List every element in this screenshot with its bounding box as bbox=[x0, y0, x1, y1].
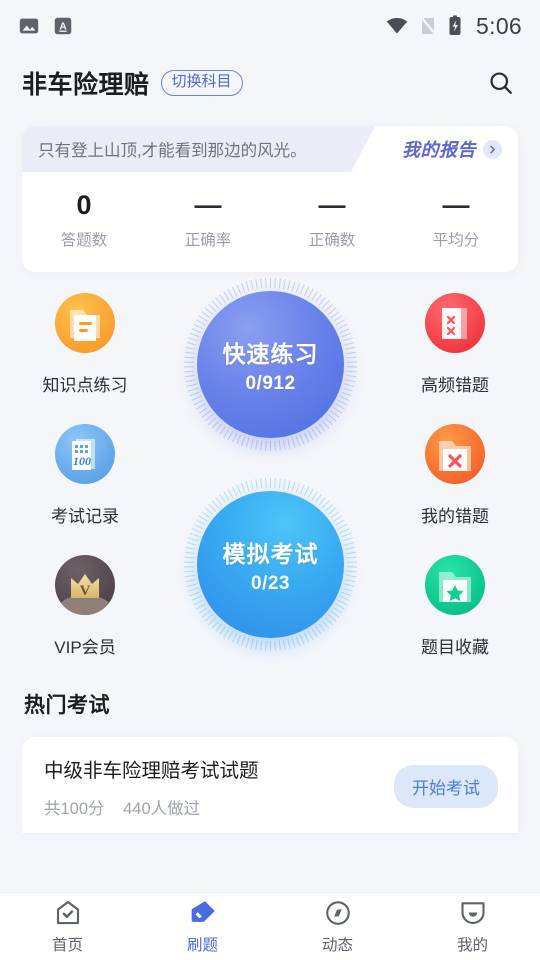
compass-icon bbox=[325, 901, 350, 925]
chevron-right-icon bbox=[483, 139, 502, 159]
switch-subject-button[interactable]: 切换科目 bbox=[160, 70, 243, 96]
tag-pen-icon bbox=[191, 901, 215, 922]
sim-off-icon bbox=[420, 16, 437, 36]
stat-correct-count: — 正确数 bbox=[270, 190, 394, 250]
exam-name: 中级非车险理赔考试试题 bbox=[44, 759, 259, 782]
quick-practice-button[interactable]: 快速练习 0/912 bbox=[197, 291, 344, 438]
status-bar-clock: 5:06 bbox=[476, 12, 522, 39]
feature-label: 知识点练习 bbox=[42, 376, 128, 395]
search-icon bbox=[490, 72, 512, 94]
notebook-x-icon bbox=[420, 288, 490, 358]
app-header: 非车险理赔 切换科目 bbox=[0, 52, 540, 114]
stat-label: 正确数 bbox=[308, 232, 356, 249]
stat-value: 0 bbox=[76, 190, 92, 220]
nav-label: 刷题 bbox=[186, 937, 218, 954]
search-button[interactable] bbox=[484, 66, 518, 100]
feature-label: 高频错题 bbox=[421, 376, 489, 395]
image-icon bbox=[19, 18, 39, 34]
page-title: 非车险理赔 bbox=[22, 71, 150, 99]
status-bar-right-icons: 5:06 bbox=[385, 13, 522, 40]
svg-text:V: V bbox=[80, 583, 91, 599]
battery-charging-icon bbox=[449, 15, 461, 35]
daily-quote: 只有登上山顶,才能看到那边的风光。 bbox=[38, 142, 307, 160]
exam-takers: 440人做过 bbox=[123, 799, 201, 818]
stats-row: 0 答题数 — 正确率 — 正确数 — 平均分 bbox=[22, 172, 518, 272]
stat-answered: 0 答题数 bbox=[22, 190, 146, 250]
feature-vip-member[interactable]: V VIP会员 bbox=[20, 550, 150, 658]
feature-high-frequency-wrong[interactable]: 高频错题 bbox=[390, 288, 520, 396]
start-exam-button[interactable]: 开始考试 bbox=[394, 764, 498, 808]
feature-grid: 知识点练习 高频错题 100 考试记录 我的错题 V VIP会员 题目收藏 快速… bbox=[0, 278, 540, 683]
stats-card: 只有登上山顶,才能看到那边的风光。 我的报告 0 答题数 — 正确率 — 正确数… bbox=[22, 126, 518, 272]
folder-x-icon bbox=[420, 419, 490, 489]
quick-practice-progress: 0/912 bbox=[245, 372, 296, 394]
stat-value: — bbox=[442, 190, 470, 220]
exam-meta: 共100分 440人做过 bbox=[44, 795, 394, 819]
nav-label: 动态 bbox=[321, 937, 353, 954]
folder-document-icon bbox=[50, 288, 120, 358]
my-report-link[interactable]: 我的报告 bbox=[402, 136, 502, 162]
nav-item-feed[interactable]: 动态 bbox=[270, 898, 405, 955]
feature-exam-records[interactable]: 100 考试记录 bbox=[20, 419, 150, 527]
nav-label: 首页 bbox=[51, 937, 83, 954]
home-check-icon bbox=[56, 900, 79, 925]
feature-label: 我的错题 bbox=[421, 507, 489, 526]
stat-label: 平均分 bbox=[432, 232, 480, 249]
stat-average-score: — 平均分 bbox=[394, 190, 518, 250]
quick-practice-title: 快速练习 bbox=[222, 340, 319, 367]
nav-label: 我的 bbox=[456, 937, 488, 954]
stat-label: 答题数 bbox=[60, 232, 108, 249]
my-report-label: 我的报告 bbox=[402, 140, 476, 160]
nav-item-practice[interactable]: 刷题 bbox=[135, 898, 270, 955]
exam-score: 共100分 bbox=[44, 799, 105, 818]
mock-exam-button[interactable]: 模拟考试 0/23 bbox=[197, 491, 344, 638]
nav-item-profile[interactable]: 我的 bbox=[405, 898, 540, 955]
feature-label: 考试记录 bbox=[51, 507, 119, 526]
stat-value: — bbox=[318, 190, 346, 220]
feature-label: VIP会员 bbox=[54, 638, 116, 657]
hot-exams-title: 热门考试 bbox=[24, 694, 110, 717]
app-root: A 5:06 非车险理赔 切换科目 只有登上山顶,才能看到那边的风光。 我的报告… bbox=[0, 0, 540, 960]
stat-accuracy: — 正确率 bbox=[146, 190, 270, 250]
profile-icon bbox=[460, 902, 485, 924]
exam-info: 中级非车险理赔考试试题 共100分 440人做过 bbox=[44, 754, 394, 819]
mock-exam-progress: 0/23 bbox=[251, 572, 290, 594]
font-a-icon: A bbox=[54, 17, 72, 35]
exam-list-item[interactable]: 中级非车险理赔考试试题 共100分 440人做过 开始考试 bbox=[22, 737, 518, 833]
stat-value: — bbox=[194, 190, 222, 220]
feature-label: 题目收藏 bbox=[421, 638, 489, 657]
bottom-navigation: 首页 刷题 动态 我的 bbox=[0, 892, 540, 960]
score-paper-icon: 100 bbox=[50, 419, 120, 489]
crown-icon: V bbox=[50, 550, 120, 620]
mock-exam-title: 模拟考试 bbox=[222, 540, 319, 567]
status-bar: A 5:06 bbox=[0, 0, 540, 52]
folder-star-icon bbox=[420, 550, 490, 620]
stat-label: 正确率 bbox=[184, 232, 232, 249]
quote-row: 只有登上山顶,才能看到那边的风光。 我的报告 bbox=[22, 126, 518, 172]
feature-knowledge-practice[interactable]: 知识点练习 bbox=[20, 288, 150, 396]
nav-item-home[interactable]: 首页 bbox=[0, 898, 135, 955]
status-bar-left-icons: A bbox=[18, 15, 74, 37]
feature-my-wrong-questions[interactable]: 我的错题 bbox=[390, 419, 520, 527]
wifi-icon bbox=[386, 18, 408, 34]
svg-text:100: 100 bbox=[73, 454, 91, 468]
feature-question-favorites[interactable]: 题目收藏 bbox=[390, 550, 520, 658]
